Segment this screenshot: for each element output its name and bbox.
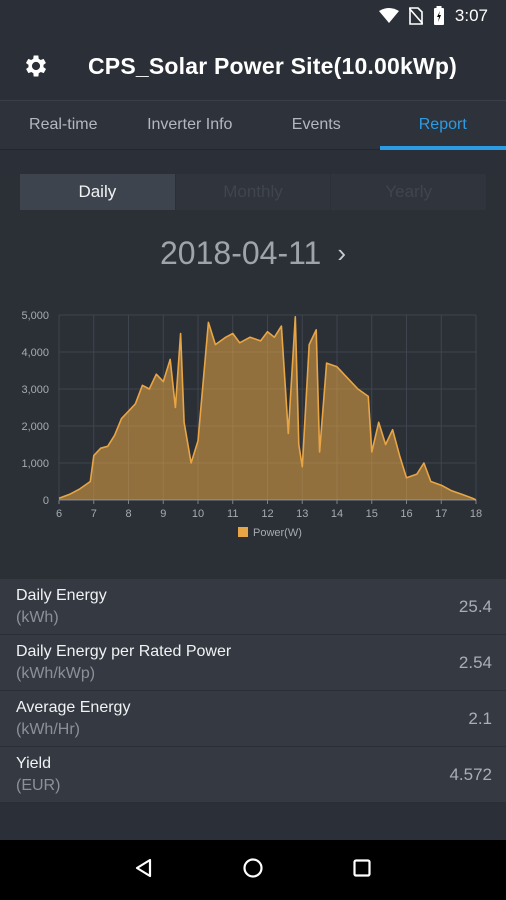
x-tick-label: 9 (160, 508, 166, 520)
metric-value: 4.572 (449, 764, 492, 784)
metric-label: Yield (16, 754, 51, 772)
period-monthly[interactable]: Monthly (174, 174, 331, 210)
period-daily[interactable]: Daily (20, 174, 175, 210)
tab-real-time[interactable]: Real-time (0, 101, 127, 149)
power-chart: 0 1,000 2,000 3,000 4,000 5,000 6 7 8 9 10 11 12 13 14… (21, 310, 482, 539)
home-icon[interactable] (242, 857, 264, 884)
x-tick-label: 8 (125, 508, 131, 520)
metric-label: Daily Energy (16, 586, 107, 604)
y-tick-label: 5,000 (21, 310, 49, 322)
metric-row-yield: Yield (EUR) 4.572 (0, 747, 506, 803)
tab-events[interactable]: Events (253, 101, 380, 149)
metric-value: 25.4 (458, 596, 492, 616)
metric-unit: (kWh) (16, 608, 59, 626)
x-tick-label: 15 (366, 508, 378, 520)
battery-icon (433, 6, 445, 26)
back-icon[interactable] (133, 857, 155, 884)
wifi-icon (378, 8, 399, 24)
x-tick-label: 13 (296, 508, 308, 520)
y-tick-label: 3,000 (21, 384, 49, 396)
y-tick-label: 4,000 (21, 347, 49, 359)
metric-label: Daily Energy per Rated Power (16, 642, 232, 660)
period-yearly[interactable]: Yearly (330, 174, 486, 210)
x-tick-label: 10 (192, 508, 204, 520)
date-navigator: 2018-04-11 › (0, 210, 506, 296)
recents-icon[interactable] (351, 857, 373, 884)
metric-value: 2.54 (458, 652, 492, 672)
gear-icon[interactable] (20, 50, 52, 82)
x-tick-label: 18 (470, 508, 482, 520)
x-tick-label: 14 (331, 508, 343, 520)
x-tick-label: 7 (91, 508, 97, 520)
tab-bar: Real-time Inverter Info Events Report (0, 100, 506, 150)
metric-row-average-energy: Average Energy (kWh/Hr) 2.1 (0, 691, 506, 747)
x-tick-label: 17 (435, 508, 447, 520)
report-content: Daily Monthly Yearly 2018-04-11 › 0 1,000… (0, 174, 506, 583)
metric-label: Average Energy (16, 698, 131, 716)
metric-row-energy-per-rated-power: Daily Energy per Rated Power (kWh/kWp) 2… (0, 635, 506, 691)
legend-label: Power(W) (253, 527, 302, 539)
chevron-right-icon[interactable]: › (337, 238, 346, 269)
legend-swatch (238, 527, 248, 537)
period-selector: Daily Monthly Yearly (20, 174, 486, 210)
series-area-power (59, 316, 476, 500)
x-tick-label: 12 (261, 508, 273, 520)
status-bar: 3:07 (0, 0, 506, 32)
metric-unit: (EUR) (16, 776, 61, 794)
app-bar: CPS_Solar Power Site(10.00kWp) (0, 32, 506, 100)
x-tick-label: 16 (400, 508, 412, 520)
metric-row-daily-energy: Daily Energy (kWh) 25.4 (0, 579, 506, 635)
tab-report[interactable]: Report (379, 101, 506, 150)
report-date[interactable]: 2018-04-11 (160, 235, 321, 272)
metric-unit: (kWh/Hr) (16, 720, 80, 738)
metric-unit: (kWh/kWp) (16, 664, 96, 682)
tab-inverter-info[interactable]: Inverter Info (127, 101, 254, 149)
metrics-list: Daily Energy (kWh) 25.4 Daily Energy per… (0, 579, 506, 803)
y-tick-label: 1,000 (21, 458, 49, 470)
metric-value: 2.1 (468, 708, 492, 728)
no-sim-icon (408, 7, 423, 25)
y-tick-label: 0 (43, 495, 49, 507)
page-title: CPS_Solar Power Site(10.00kWp) (88, 52, 458, 79)
y-tick-label: 2,000 (21, 421, 49, 433)
x-tick-label: 6 (56, 508, 62, 520)
system-nav-bar (0, 840, 506, 900)
status-time: 3:07 (454, 6, 488, 25)
x-tick-label: 11 (227, 508, 238, 520)
